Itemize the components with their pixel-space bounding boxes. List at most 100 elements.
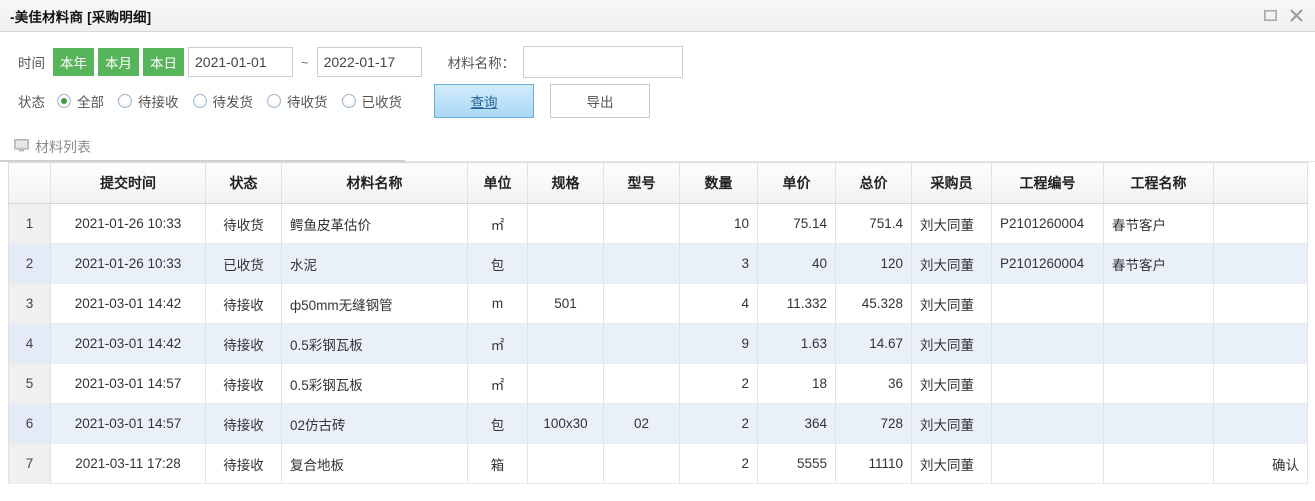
- cell-material: ф50mm无缝钢管: [281, 283, 468, 324]
- cell-buyer: 刘大同董: [911, 403, 992, 444]
- date-from-input[interactable]: [188, 47, 293, 77]
- cell-status: 待接收: [205, 443, 282, 484]
- cell-rownum: 7: [8, 443, 51, 484]
- status-radio-all[interactable]: 全部: [57, 91, 104, 111]
- cell-total: 11110: [835, 443, 912, 484]
- column-header-material[interactable]: 材料名称: [281, 162, 468, 204]
- cell-total: 36: [835, 363, 912, 404]
- cell-unit: 包: [467, 403, 528, 444]
- cell-model: [603, 203, 680, 244]
- cell-action[interactable]: [1213, 363, 1308, 404]
- cell-rownum: 3: [8, 283, 51, 324]
- this-month-button[interactable]: 本月: [98, 48, 139, 76]
- query-button[interactable]: 查询: [434, 84, 534, 118]
- cell-spec: [527, 443, 604, 484]
- table-row[interactable]: 6 2021-03-01 14:57 待接收 02仿古砖 包 100x30 02…: [8, 403, 1308, 444]
- status-radio-pending-ship[interactable]: 待发货: [192, 91, 254, 111]
- status-radio-pending-receive[interactable]: 待收货: [267, 91, 328, 111]
- cell-unit: 箱: [467, 443, 528, 484]
- cell-qty: 2: [679, 403, 758, 444]
- cell-project-no: P2101260004: [991, 243, 1104, 284]
- this-year-button[interactable]: 本年: [53, 48, 94, 76]
- material-name-input[interactable]: [523, 46, 684, 78]
- cell-status: 待接收: [205, 283, 282, 324]
- window-title: -美佳材料商 [采购明细]: [10, 9, 152, 25]
- column-header-status[interactable]: 状态: [205, 162, 282, 204]
- column-header-project-no[interactable]: 工程编号: [991, 162, 1104, 204]
- cell-project-name: 春节客户: [1103, 243, 1214, 284]
- cell-action[interactable]: [1213, 323, 1308, 364]
- tab-material-list[interactable]: 材料列表: [0, 134, 1315, 160]
- cell-project-no: [991, 283, 1104, 324]
- cell-price: 5555: [757, 443, 836, 484]
- cell-rownum: 4: [8, 323, 51, 364]
- cell-action[interactable]: [1213, 403, 1308, 444]
- query-button-label: 查询: [470, 95, 498, 110]
- cell-buyer: 刘大同董: [911, 243, 992, 284]
- cell-spec: [527, 323, 604, 364]
- date-to-input[interactable]: [316, 47, 422, 77]
- cell-action[interactable]: [1213, 203, 1308, 244]
- radio-dot-icon: [341, 94, 356, 108]
- cell-total: 751.4: [835, 203, 912, 244]
- cell-project-name: [1103, 403, 1214, 444]
- table-row[interactable]: 1 2021-01-26 10:33 待收货 鳄鱼皮革估价 ㎡ 10 75.14…: [8, 203, 1308, 244]
- cell-price: 75.14: [757, 203, 836, 244]
- column-header-buyer[interactable]: 采购员: [911, 162, 992, 204]
- cell-spec: 501: [527, 283, 604, 324]
- cell-price: 1.63: [757, 323, 836, 364]
- cell-material: 鳄鱼皮革估价: [281, 203, 468, 244]
- close-icon[interactable]: [1283, 3, 1309, 29]
- cell-model: [603, 363, 680, 404]
- table-row[interactable]: 7 2021-03-11 17:28 待接收 复合地板 箱 2 5555 111…: [8, 443, 1308, 484]
- cell-status: 待收货: [205, 203, 282, 244]
- column-header-spec[interactable]: 规格: [527, 162, 604, 204]
- cell-qty: 10: [679, 203, 758, 244]
- table-row[interactable]: 3 2021-03-01 14:42 待接收 ф50mm无缝钢管 m 501 4…: [8, 283, 1308, 324]
- table-row[interactable]: 5 2021-03-01 14:57 待接收 0.5彩钢瓦板 ㎡ 2 18 36…: [8, 363, 1308, 404]
- maximize-icon[interactable]: [1257, 3, 1283, 29]
- cell-material: 0.5彩钢瓦板: [281, 323, 468, 364]
- cell-spec: [527, 203, 604, 244]
- cell-time: 2021-03-01 14:42: [50, 283, 206, 324]
- cell-status: 待接收: [205, 403, 282, 444]
- cell-total: 120: [835, 243, 912, 284]
- cell-total: 728: [835, 403, 912, 444]
- cell-unit: 包: [467, 243, 528, 284]
- cell-buyer: 刘大同董: [911, 443, 992, 484]
- status-radio-pending-accept-label: 待接收: [138, 95, 179, 110]
- cell-buyer: 刘大同董: [911, 363, 992, 404]
- cell-project-no: [991, 403, 1104, 444]
- column-header-unit[interactable]: 单位: [467, 162, 528, 204]
- cell-buyer: 刘大同董: [911, 203, 992, 244]
- cell-action-confirm[interactable]: 确认: [1213, 443, 1308, 484]
- status-radio-pending-ship-label: 待发货: [212, 95, 254, 110]
- status-radio-all-label: 全部: [77, 95, 104, 110]
- column-header-time[interactable]: 提交时间: [50, 162, 206, 204]
- this-day-button[interactable]: 本日: [143, 48, 184, 76]
- table-body: 1 2021-01-26 10:33 待收货 鳄鱼皮革估价 ㎡ 10 75.14…: [8, 203, 1308, 484]
- table-header: 提交时间 状态 材料名称 单位 规格 型号 数量 单价 总价 采购员 工程编号 …: [8, 162, 1308, 204]
- column-header-project-name[interactable]: 工程名称: [1103, 162, 1214, 204]
- table-row[interactable]: 2 2021-01-26 10:33 已收货 水泥 包 3 40 120 刘大同…: [8, 243, 1308, 284]
- cell-project-name: [1103, 363, 1214, 404]
- status-radio-received[interactable]: 已收货: [341, 91, 402, 111]
- cell-price: 40: [757, 243, 836, 284]
- cell-rownum: 6: [8, 403, 51, 444]
- cell-total: 14.67: [835, 323, 912, 364]
- column-header-total[interactable]: 总价: [835, 162, 912, 204]
- cell-action[interactable]: [1213, 243, 1308, 284]
- cell-status: 已收货: [205, 243, 282, 284]
- table-row[interactable]: 4 2021-03-01 14:42 待接收 0.5彩钢瓦板 ㎡ 9 1.63 …: [8, 323, 1308, 364]
- export-button[interactable]: 导出: [550, 84, 650, 118]
- cell-material: 复合地板: [281, 443, 468, 484]
- column-header-qty[interactable]: 数量: [679, 162, 758, 204]
- column-header-model[interactable]: 型号: [603, 162, 680, 204]
- status-radio-pending-accept[interactable]: 待接收: [118, 91, 179, 111]
- cell-project-no: P2101260004: [991, 203, 1104, 244]
- cell-qty: 4: [679, 283, 758, 324]
- cell-action[interactable]: [1213, 283, 1308, 324]
- column-header-price[interactable]: 单价: [757, 162, 836, 204]
- cell-total: 45.328: [835, 283, 912, 324]
- cell-qty: 9: [679, 323, 758, 364]
